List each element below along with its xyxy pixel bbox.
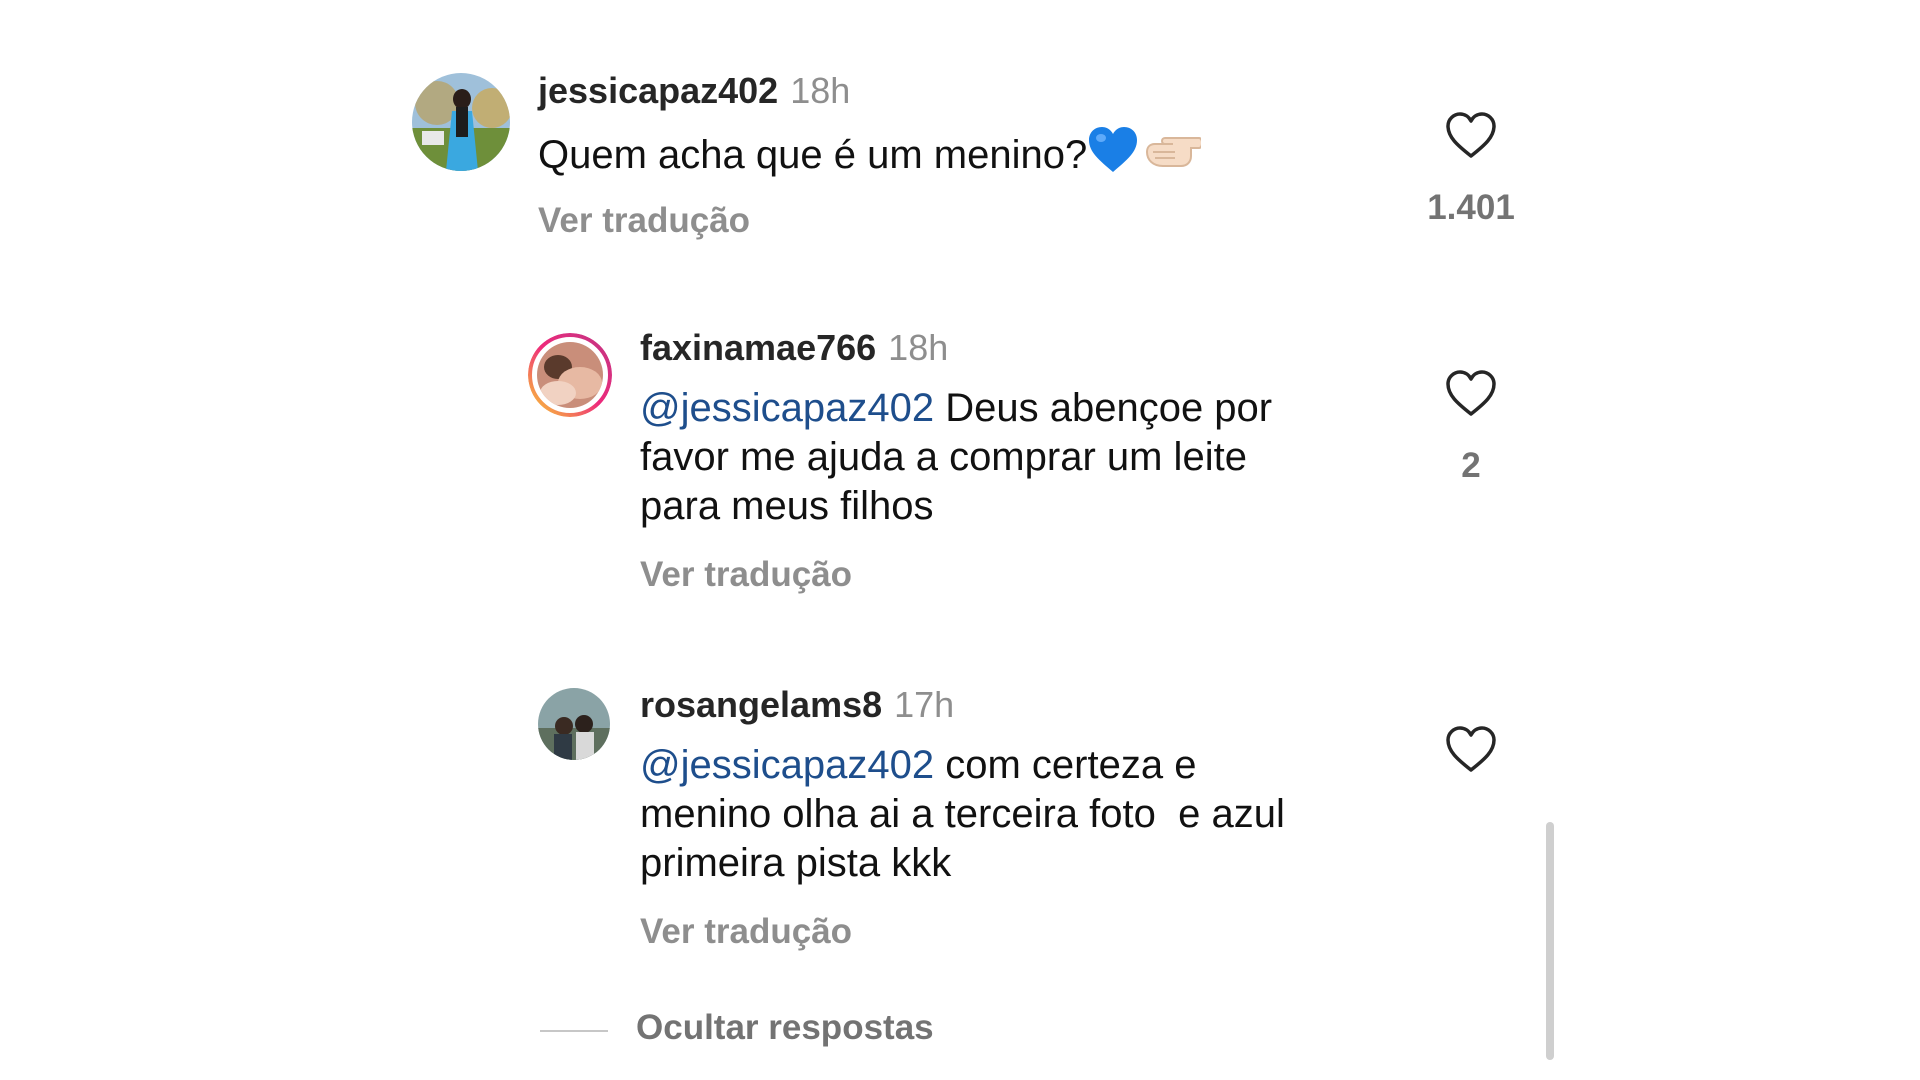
reply-line: menino olha ai a terceira foto e azul bbox=[640, 792, 1285, 836]
comment-text: Quem acha que é um menino? bbox=[538, 126, 1204, 186]
divider bbox=[540, 1030, 608, 1032]
comments-thread: jessicapaz402 18h Quem acha que é um meni… bbox=[0, 0, 1920, 1080]
reply-meta: faxinamae766 18h bbox=[640, 326, 948, 370]
mention-link[interactable]: @jessicapaz402 bbox=[640, 386, 934, 430]
scrollbar[interactable] bbox=[1546, 822, 1554, 1060]
reply-meta: rosangelams8 17h bbox=[640, 683, 954, 727]
reply-line: @jessicapaz402 com certeza e bbox=[640, 741, 1400, 790]
reply-line: para meus filhos bbox=[640, 484, 934, 528]
left-pointing-hand-icon bbox=[1145, 130, 1204, 182]
see-translation-link[interactable]: Ver tradução bbox=[640, 910, 852, 954]
username[interactable]: faxinamae766 bbox=[640, 327, 876, 368]
username[interactable]: jessicapaz402 bbox=[538, 70, 778, 111]
reply-body: Deus abençoe por bbox=[934, 386, 1273, 430]
like-count: 1.401 bbox=[1427, 188, 1515, 227]
timestamp: 18h bbox=[888, 327, 949, 368]
see-translation-link[interactable]: Ver tradução bbox=[538, 199, 750, 243]
reply-text: @jessicapaz402 Deus abençoe por favor me… bbox=[640, 384, 1400, 531]
comment-body: Quem acha que é um menino? bbox=[538, 133, 1088, 177]
heart-outline-icon[interactable] bbox=[1443, 108, 1499, 164]
mention-link[interactable]: @jessicapaz402 bbox=[640, 743, 934, 787]
like-count: 2 bbox=[1461, 446, 1481, 485]
blue-heart-icon bbox=[1087, 126, 1139, 186]
reply-line: @jessicapaz402 Deus abençoe por bbox=[640, 384, 1400, 433]
reply-line: primeira pista kkk bbox=[640, 841, 952, 885]
timestamp: 17h bbox=[894, 684, 955, 725]
avatar[interactable] bbox=[412, 73, 510, 171]
username[interactable]: rosangelams8 bbox=[640, 684, 882, 725]
avatar[interactable] bbox=[538, 688, 610, 760]
see-translation-link[interactable]: Ver tradução bbox=[640, 553, 852, 597]
timestamp: 18h bbox=[790, 70, 851, 111]
reply-body: com certeza e bbox=[934, 743, 1197, 787]
heart-outline-icon[interactable] bbox=[1443, 366, 1499, 422]
heart-outline-icon[interactable] bbox=[1443, 722, 1499, 778]
comment-meta: jessicapaz402 18h bbox=[538, 69, 850, 113]
reply-text: @jessicapaz402 com certeza e menino olha… bbox=[640, 741, 1400, 888]
avatar[interactable] bbox=[528, 333, 612, 417]
hide-replies-button[interactable]: Ocultar respostas bbox=[636, 1006, 934, 1050]
reply-line: favor me ajuda a comprar um leite bbox=[640, 435, 1247, 479]
